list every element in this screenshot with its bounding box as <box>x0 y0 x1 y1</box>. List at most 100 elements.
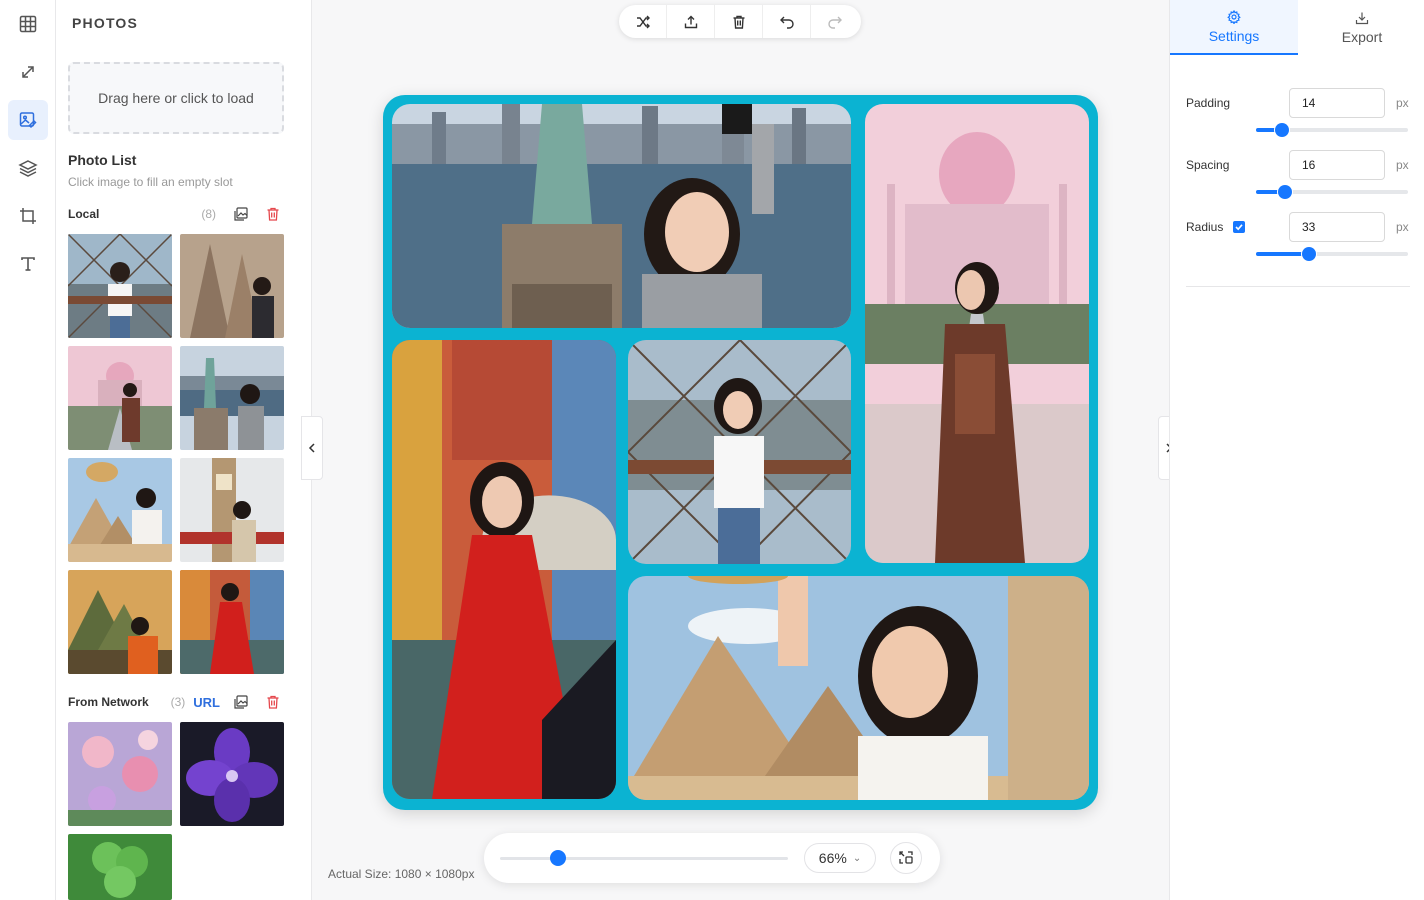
shuffle-icon <box>636 15 650 28</box>
settings-panel: Settings Export Padding 14 px Spacing 16… <box>1169 0 1424 900</box>
shuffle-button[interactable] <box>619 5 667 38</box>
local-photo-paris[interactable] <box>68 234 172 338</box>
gear-icon <box>1227 9 1241 24</box>
photos-panel: PHOTOS Drag here or click to load Photo … <box>56 0 312 900</box>
photo-list-hint: Click image to fill an empty slot <box>68 175 233 189</box>
fit-screen-icon <box>899 851 913 864</box>
layers-tool-button[interactable] <box>8 148 48 188</box>
collage-slot-pyramids[interactable] <box>628 576 1089 800</box>
zoom-select[interactable]: 66% ⌄ <box>804 843 876 873</box>
network-group-count: (3) <box>170 695 186 709</box>
local-photo-machu-picchu[interactable] <box>68 570 172 674</box>
delete-button[interactable] <box>715 5 763 38</box>
photo-thumbnail <box>68 722 172 826</box>
local-photo-venice[interactable] <box>180 570 284 674</box>
photo-thumbnail <box>68 570 172 674</box>
photo-thumbnail <box>68 346 172 450</box>
network-group-label: From Network <box>68 695 149 709</box>
crop-tool-button[interactable] <box>8 196 48 236</box>
photo-thumbnail <box>180 346 284 450</box>
photo-dropzone[interactable]: Drag here or click to load <box>68 62 284 134</box>
radius-input[interactable]: 33 <box>1289 212 1385 242</box>
network-group-header: From Network (3) URL <box>68 692 284 712</box>
tab-settings[interactable]: Settings <box>1170 0 1298 55</box>
local-photo-pyramids[interactable] <box>68 458 172 562</box>
radius-checkbox[interactable] <box>1233 221 1245 233</box>
collage-editor: PHOTOS Drag here or click to load Photo … <box>0 0 1424 900</box>
spacing-label: Spacing <box>1186 158 1230 172</box>
tab-export-label: Export <box>1341 28 1383 45</box>
collage-photo <box>392 340 616 799</box>
padding-input[interactable]: 14 <box>1289 88 1385 118</box>
local-group-header: Local (8) <box>68 204 284 224</box>
left-rail <box>0 0 56 900</box>
undo-icon <box>779 16 794 29</box>
collage-photo <box>392 104 851 328</box>
image-edit-icon <box>19 112 37 129</box>
settings-divider <box>1186 286 1410 287</box>
chevron-left-icon <box>308 443 315 453</box>
photos-tool-button[interactable] <box>8 100 48 140</box>
delete-local-images-button[interactable] <box>264 205 282 223</box>
upload-button[interactable] <box>667 5 715 38</box>
local-photo-taj-mahal[interactable] <box>68 346 172 450</box>
spacing-input[interactable]: 16 <box>1289 150 1385 180</box>
photo-thumbnail <box>68 834 172 900</box>
collage-photo <box>865 104 1089 563</box>
canvas-toolbar <box>619 5 861 38</box>
trash-icon <box>267 695 279 709</box>
tab-export[interactable]: Export <box>1298 0 1424 55</box>
collage-slot-venice[interactable] <box>392 340 616 799</box>
padding-slider-handle[interactable] <box>1274 123 1289 137</box>
network-photo-flowers[interactable] <box>68 722 172 826</box>
add-url-button[interactable]: URL <box>193 695 220 710</box>
collage-slot-taj-mahal[interactable] <box>865 104 1089 563</box>
local-group-label: Local <box>68 207 100 221</box>
local-photo-new-york[interactable] <box>180 346 284 450</box>
panel-title: PHOTOS <box>72 15 139 31</box>
delete-network-images-button[interactable] <box>264 693 282 711</box>
layout-tool-button[interactable] <box>8 4 48 44</box>
collage-photo <box>628 576 1089 800</box>
collage-slot-new-york[interactable] <box>392 104 851 328</box>
photo-thumbnail <box>180 722 284 826</box>
photo-thumbnail <box>180 234 284 338</box>
local-photo-london[interactable] <box>180 458 284 562</box>
expand-icon <box>22 66 34 78</box>
padding-unit: px <box>1396 96 1409 110</box>
resize-tool-button[interactable] <box>8 52 48 92</box>
zoom-bar: 66% ⌄ <box>484 833 940 883</box>
redo-button[interactable] <box>811 5 859 38</box>
redo-icon <box>828 16 842 29</box>
local-photo-barcelona[interactable] <box>180 234 284 338</box>
collapse-left-panel-button[interactable] <box>301 416 323 480</box>
text-tool-button[interactable] <box>8 244 48 284</box>
text-icon <box>21 257 35 271</box>
spacing-slider-handle[interactable] <box>1277 185 1292 199</box>
collage-canvas[interactable] <box>383 95 1098 810</box>
zoom-slider-track[interactable] <box>500 857 788 860</box>
network-photo-purple-flower[interactable] <box>180 722 284 826</box>
radius-label: Radius <box>1186 220 1224 234</box>
network-photo-clover[interactable] <box>68 834 172 900</box>
gallery-icon <box>234 695 248 709</box>
trash-icon <box>267 207 279 221</box>
zoom-slider-handle[interactable] <box>549 850 566 866</box>
photo-thumbnail <box>68 458 172 562</box>
check-icon <box>1235 224 1243 231</box>
trash-icon <box>733 15 744 29</box>
photo-list-title: Photo List <box>68 152 137 168</box>
collage-slot-paris[interactable] <box>628 340 851 564</box>
local-group-count: (8) <box>201 207 216 221</box>
add-local-image-button[interactable] <box>232 205 250 223</box>
photo-thumbnail <box>180 458 284 562</box>
actual-size-label: Actual Size: 1080 × 1080px <box>328 867 475 881</box>
spacing-unit: px <box>1396 158 1409 172</box>
radius-slider-handle[interactable] <box>1302 247 1317 261</box>
undo-button[interactable] <box>763 5 811 38</box>
fit-to-screen-button[interactable] <box>890 842 922 874</box>
add-network-image-button[interactable] <box>232 693 250 711</box>
zoom-value: 66% <box>818 850 847 866</box>
crop-icon <box>20 208 36 224</box>
grid-icon <box>19 15 37 33</box>
